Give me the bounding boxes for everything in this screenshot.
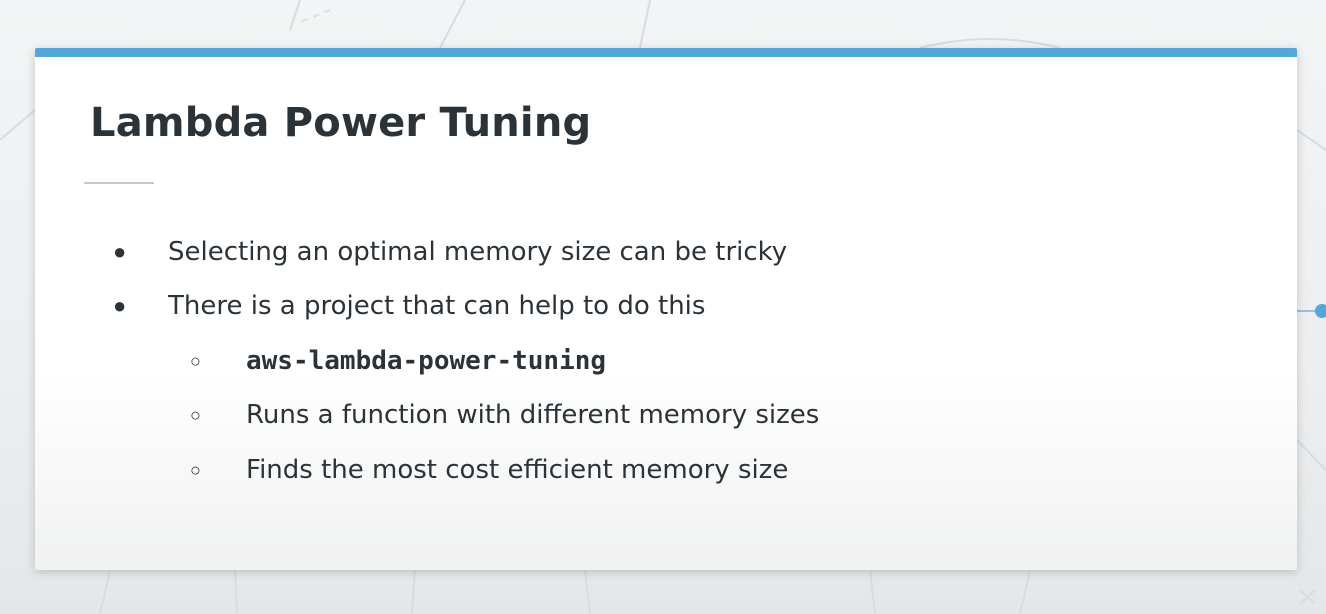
title-divider: [84, 182, 154, 184]
sub-bullet-code-text: aws-lambda-power-tuning: [246, 346, 607, 376]
sub-bullet-item: ○ Finds the most cost efficient memory s…: [35, 450, 1297, 490]
sub-bullet-item: ○ Runs a function with different memory …: [35, 395, 1297, 435]
bullet-item: ● There is a project that can help to do…: [35, 286, 1297, 326]
bullet-dot-icon: ●: [113, 239, 127, 264]
bullet-circle-icon: ○: [190, 460, 201, 480]
sub-bullet-text: Runs a function with different memory si…: [246, 400, 820, 430]
bullet-item: ● Selecting an optimal memory size can b…: [35, 232, 1297, 272]
slide-title: Lambda Power Tuning: [90, 100, 592, 146]
bullet-text: There is a project that can help to do t…: [168, 291, 706, 321]
bullet-circle-icon: ○: [190, 405, 201, 425]
bullet-circle-icon: ○: [190, 351, 201, 371]
slide-accent-bar: [35, 48, 1297, 57]
bullet-text: Selecting an optimal memory size can be …: [168, 237, 788, 267]
sub-bullet-item: ○ aws-lambda-power-tuning: [35, 341, 1297, 381]
edge-connector-dot: [1315, 304, 1326, 318]
bullet-dot-icon: ●: [113, 293, 127, 318]
slide-card: Lambda Power Tuning ● Selecting an optim…: [35, 48, 1297, 570]
sub-bullet-text: Finds the most cost efficient memory siz…: [246, 455, 789, 485]
